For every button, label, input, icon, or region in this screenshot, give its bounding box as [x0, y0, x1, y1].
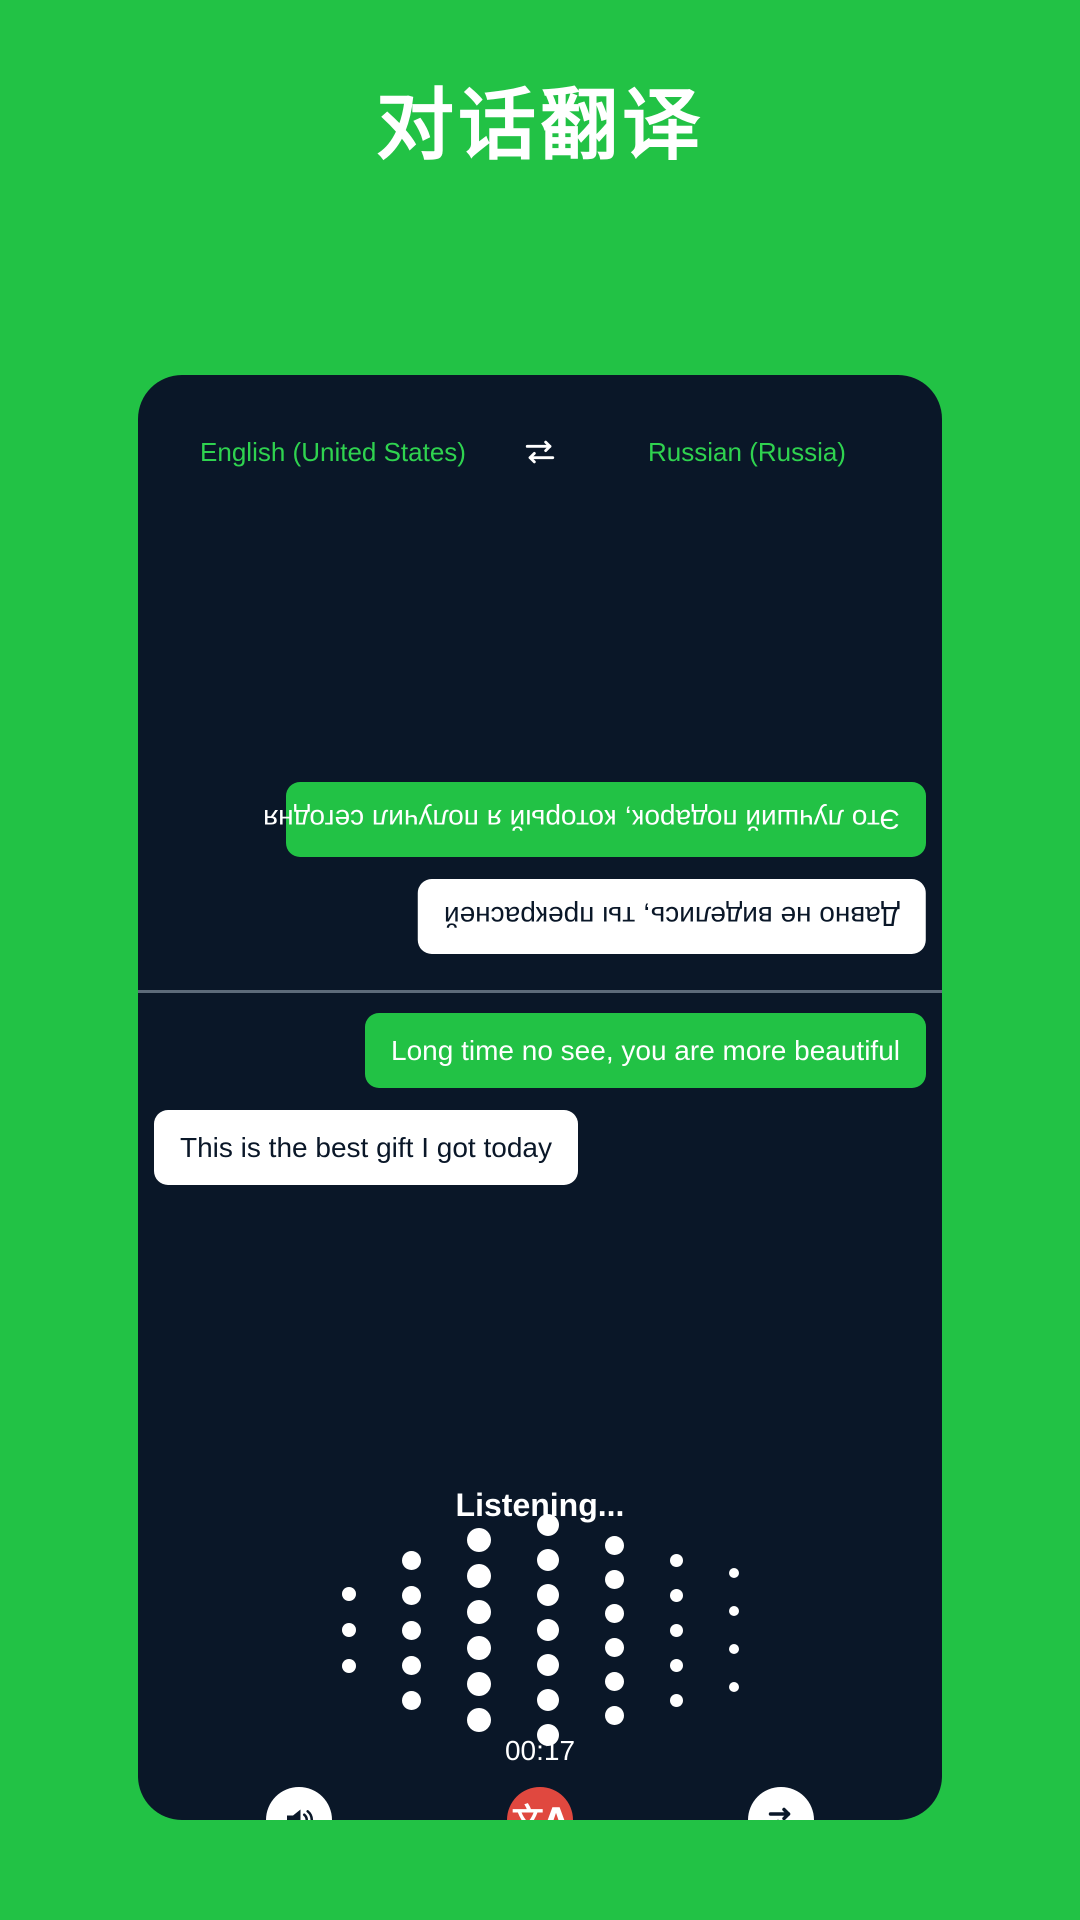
message-row: Long time no see, you are more beautiful: [154, 1013, 926, 1088]
waveform-dot: [669, 1553, 683, 1567]
waveform-dot: [669, 1588, 683, 1602]
target-language-button[interactable]: Russian (Russia): [597, 437, 897, 468]
waveform-dot: [536, 1619, 559, 1641]
waveform-dot: [466, 1672, 491, 1696]
waveform-dot: [728, 1682, 739, 1692]
waveform-dot: [536, 1654, 559, 1676]
audio-waveform-visualizer: [138, 1514, 942, 1746]
waveform-dot: [728, 1568, 739, 1578]
message-row: Это лучший подарок, который я получил се…: [154, 782, 926, 857]
waveform-column: [401, 1550, 421, 1710]
toggle-button[interactable]: Toggle: [671, 1787, 891, 1820]
waveform-dot: [728, 1644, 739, 1654]
waveform-column: [341, 1587, 356, 1673]
waveform-dot: [466, 1600, 491, 1624]
recording-timer: 00:17: [504, 1735, 576, 1766]
waveform-dot: [401, 1620, 421, 1640]
conversation-bottom: Long time no see, you are more beautiful…: [138, 997, 942, 1327]
waveform-column: [669, 1553, 683, 1707]
waveform-dot: [536, 1514, 559, 1536]
phone-panel: English (United States) Russian (Russia)…: [138, 375, 942, 1820]
message-bubble-english-1[interactable]: Long time no see, you are more beautiful: [365, 1013, 926, 1088]
waveform-dot: [604, 1603, 624, 1623]
waveform-dot: [669, 1623, 683, 1637]
conversation-divider: [138, 990, 942, 993]
waveform-dot: [401, 1655, 421, 1675]
waveform-dot: [728, 1606, 739, 1616]
page-title: 对话翻译: [375, 81, 704, 171]
waveform-dot: [669, 1693, 683, 1707]
waveform-dot: [604, 1535, 624, 1555]
waveform-dot: [466, 1636, 491, 1660]
language-selector-bar: English (United States) Russian (Russia): [138, 435, 942, 469]
conversation-top-rotated: Это лучший подарок, который я получил се…: [138, 495, 942, 990]
waveform-dot: [401, 1585, 421, 1605]
waveform-dot: [401, 1550, 421, 1570]
waveform-column: [466, 1528, 491, 1732]
waveform-column: [536, 1514, 559, 1746]
waveform-dot: [604, 1569, 624, 1589]
waveform-dot: [536, 1584, 559, 1606]
app-root: 对话翻译 English (United States) Russian (Ru…: [0, 0, 1080, 1920]
message-bubble-russian-1[interactable]: Это лучший подарок, который я получил се…: [263, 782, 926, 857]
speaker-on-icon: [265, 1787, 332, 1820]
source-language-button[interactable]: English (United States): [183, 437, 483, 468]
message-bubble-english-2[interactable]: This is the best gift I got today: [154, 1110, 578, 1185]
waveform-column: [604, 1535, 624, 1725]
waveform-dot: [341, 1659, 356, 1673]
waveform-dot: [536, 1549, 559, 1571]
speaker-toggle-button[interactable]: Speaker is on: [189, 1787, 409, 1820]
repeat-arrows-icon: [748, 1787, 815, 1820]
quit-button[interactable]: 文A Quit: [430, 1787, 650, 1820]
swap-horizontal-icon[interactable]: [523, 435, 557, 469]
waveform-column: [728, 1568, 739, 1692]
message-bubble-russian-2[interactable]: Давно не виделись, ты прекрасней: [418, 879, 926, 954]
waveform-dot: [341, 1623, 356, 1637]
waveform-dot: [401, 1690, 421, 1710]
waveform-dot: [341, 1587, 356, 1601]
waveform-dot: [604, 1637, 624, 1657]
waveform-dot: [466, 1708, 491, 1732]
waveform-dot: [604, 1705, 624, 1725]
waveform-dot: [466, 1564, 491, 1588]
waveform-dot: [604, 1671, 624, 1691]
waveform-dot: [536, 1689, 559, 1711]
translate-glyph: 文A: [511, 1801, 569, 1820]
message-row: Давно не виделись, ты прекрасней: [154, 879, 926, 954]
waveform-dot: [466, 1528, 491, 1552]
waveform-dot: [669, 1658, 683, 1672]
bottom-controls-bar: Speaker is on 文A Quit Toggle: [138, 1787, 942, 1820]
message-row: This is the best gift I got today: [154, 1110, 926, 1185]
translate-icon: 文A: [506, 1787, 573, 1820]
